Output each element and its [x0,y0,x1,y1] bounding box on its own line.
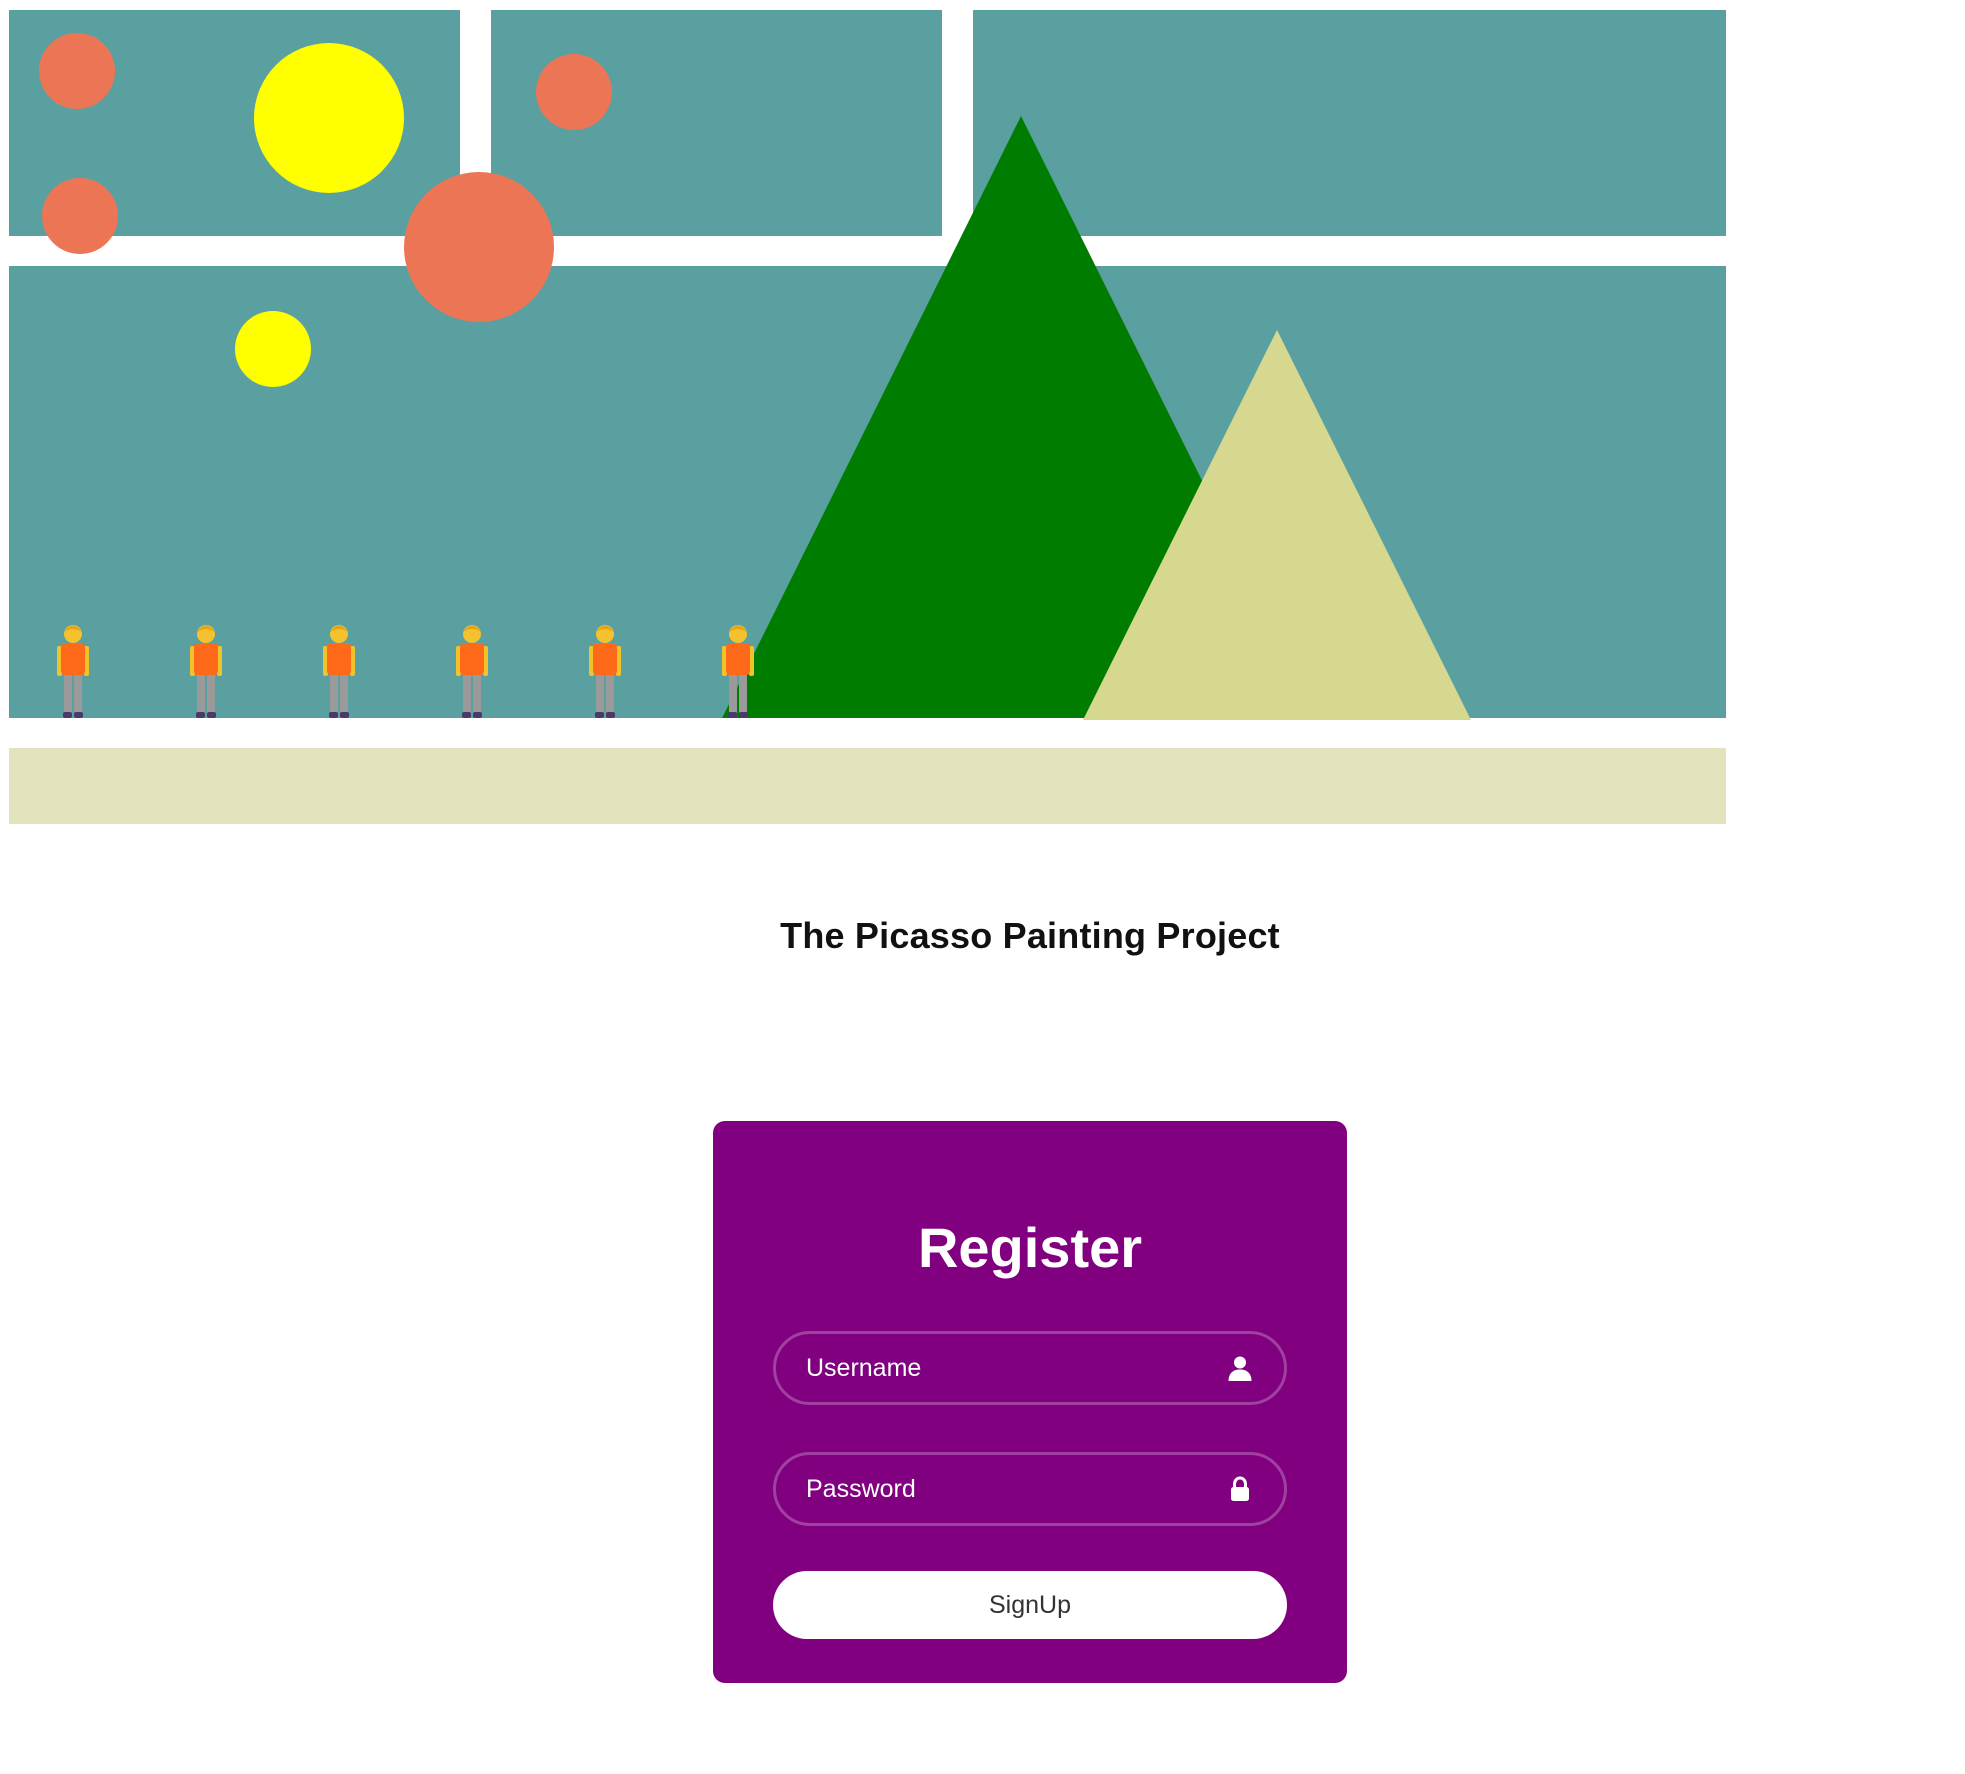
yellow-circle [254,43,404,193]
orange-circle [42,178,118,254]
signup-button[interactable]: SignUp [773,1571,1287,1639]
panel-top-right [973,10,1726,236]
lock-icon [1226,1475,1254,1503]
username-field [773,1331,1287,1405]
password-field [773,1452,1287,1526]
page-title: The Picasso Painting Project [780,915,1280,956]
register-card: Register SignUp [713,1121,1347,1683]
register-heading: Register [917,1216,1143,1279]
painting-canvas [0,0,1965,830]
ground-strip [9,748,1726,824]
orange-circle [39,33,115,109]
painting-svg [9,10,1726,824]
password-input[interactable] [776,1455,1284,1523]
yellow-circle [235,311,311,387]
orange-circle [536,54,612,130]
orange-circle [404,172,554,322]
user-icon [1226,1354,1254,1382]
username-input[interactable] [776,1334,1284,1402]
